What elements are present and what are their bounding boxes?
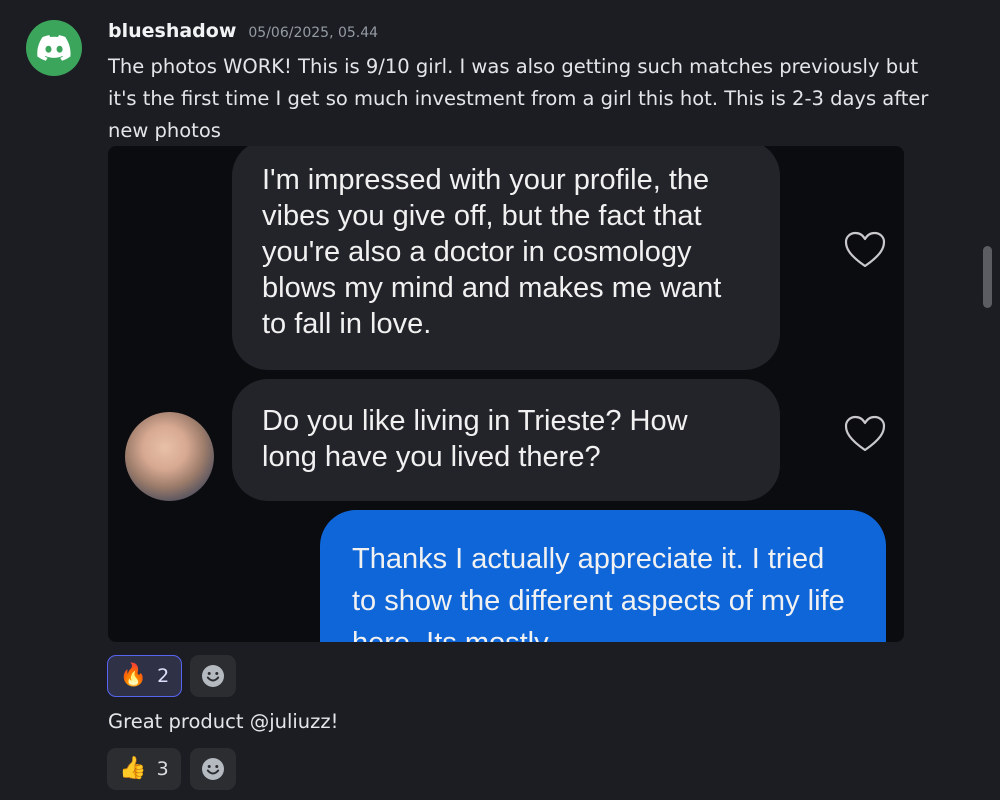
fire-emoji-icon: 🔥 (119, 663, 148, 688)
discord-logo-icon (37, 35, 71, 61)
timestamp: 05/06/2025, 05.44 (248, 25, 379, 41)
add-reaction-button[interactable] (190, 655, 236, 697)
message-content: Great product @juliuzz! (108, 710, 339, 733)
sent-message-bubble: Thanks I actually appreciate it. I tried… (320, 510, 886, 642)
smiley-icon (202, 758, 224, 780)
message-content: The photos WORK! This is 9/10 girl. I wa… (108, 55, 929, 142)
smiley-icon (202, 665, 224, 687)
username[interactable]: blueshadow (108, 20, 236, 42)
received-message-bubble: I'm impressed with your profile, the vib… (232, 146, 780, 370)
image-attachment[interactable]: I'm impressed with your profile, the vib… (108, 146, 904, 642)
match-avatar (125, 412, 214, 501)
add-reaction-button[interactable] (190, 748, 236, 790)
message-header: blueshadow 05/06/2025, 05.44 (108, 20, 378, 46)
reaction-count: 2 (157, 665, 170, 687)
scrollbar-thumb[interactable] (983, 246, 992, 308)
heart-icon (844, 415, 886, 452)
thumbs-up-emoji-icon: 👍 (119, 756, 147, 781)
reaction-fire[interactable]: 🔥 2 (107, 655, 182, 697)
user-avatar[interactable] (26, 20, 82, 76)
received-message-bubble: Do you like living in Trieste? How long … (232, 379, 780, 501)
reaction-count: 3 (156, 758, 169, 780)
heart-icon (844, 231, 886, 268)
reaction-thumbs-up[interactable]: 👍 3 (107, 748, 181, 790)
